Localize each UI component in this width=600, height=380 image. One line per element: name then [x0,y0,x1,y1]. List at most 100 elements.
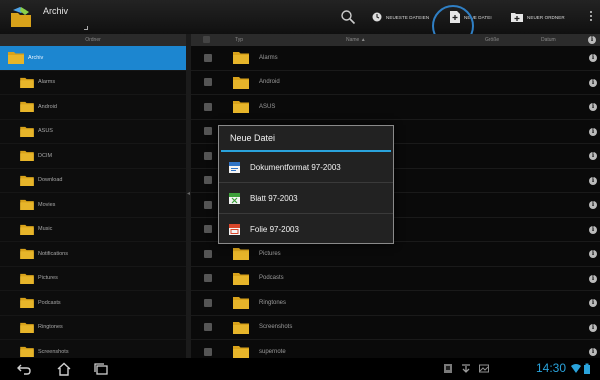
recent-files-label: NEUESTE DATEIEN [386,14,430,20]
row-checkbox[interactable] [204,323,212,332]
info-icon[interactable]: i [589,225,597,234]
row-checkbox[interactable] [204,78,212,87]
folder-tree-item-label: Screenshots [38,348,69,355]
new-file-dialog: Neue Datei Dokumentformat 97-2003 Blatt … [218,125,394,244]
folder-icon [20,298,34,309]
dialog-title: Neue Datei [230,133,276,143]
row-checkbox[interactable] [204,347,212,356]
overflow-menu-icon[interactable] [588,9,594,25]
action-bar: Archiv NEUESTE DATEIEN NEUE DATEI NEUER … [0,0,600,34]
folder-icon [20,322,34,333]
info-icon[interactable]: i [589,201,597,209]
folder-tree-item[interactable]: Movies [0,193,186,218]
file-manager-app-icon[interactable] [8,4,34,30]
info-icon[interactable]: i [589,299,597,307]
folder-tree-item[interactable]: Archiv [0,46,186,71]
row-checkbox[interactable] [204,298,212,307]
file-list-row[interactable]: Alarms i [191,46,600,71]
dialog-option-sheet[interactable]: Blatt 97-2003 [219,183,393,214]
folder-tree-panel: Ordner Archiv Alarms Android ASUS DCIM D… [0,34,186,365]
folder-icon [20,200,34,211]
row-checkbox[interactable] [204,274,212,283]
search-icon[interactable] [340,9,356,25]
battery-icon [584,363,590,374]
dialog-option-slide[interactable]: Folie 97-2003 [219,214,393,245]
info-icon[interactable]: i [589,54,597,62]
home-icon[interactable] [56,362,72,376]
folder-tree-item-label: Movies [38,201,56,208]
drag-handle-icon: ◂ [187,191,191,197]
gallery-notification-icon[interactable] [479,363,489,374]
row-checkbox[interactable] [204,249,212,258]
row-checkbox[interactable] [204,225,212,234]
folder-tree-item[interactable]: Alarms [0,71,186,95]
folder-icon [20,175,34,186]
folder-tree-item[interactable]: ASUS [0,120,186,144]
row-checkbox[interactable] [204,53,212,62]
row-checkbox[interactable] [204,127,212,136]
column-header-name[interactable]: Name ▲ [346,37,366,43]
folder-tree-item[interactable]: Android [0,95,186,120]
row-checkbox[interactable] [204,176,212,185]
row-checkbox[interactable] [204,102,212,111]
dialog-option-sheet-label: Blatt 97-2003 [250,193,298,203]
row-checkbox[interactable] [204,151,212,160]
recent-files-button[interactable]: NEUESTE DATEIEN [372,10,429,24]
column-header-type[interactable]: Typ [235,37,243,43]
folder-icon [20,224,34,235]
new-folder-button[interactable]: NEUER ORDNER [511,10,565,24]
recent-apps-icon[interactable] [93,362,109,376]
file-name: supernote [259,348,286,355]
folder-icon [8,52,24,65]
folder-icon [233,52,249,65]
folder-tree-item-label: Pictures [38,275,58,282]
column-header-size[interactable]: Größe [485,37,499,43]
folder-tree-item[interactable]: DCIM [0,144,186,169]
clock-icon [372,12,382,22]
powerpoint-slide-icon [229,224,240,235]
file-list-row[interactable]: Podcasts i [191,267,600,291]
new-file-label: NEUE DATEI [464,14,492,20]
folder-tree-item[interactable]: Music [0,218,186,242]
file-list-row[interactable]: Ringtones i [191,291,600,316]
folder-tree-item-label: Android [38,103,57,110]
info-icon[interactable]: i [589,152,597,160]
column-info-icon[interactable]: i [588,36,596,44]
status-clock[interactable]: 14:30 [536,361,566,375]
file-name: Android [259,79,280,86]
row-checkbox[interactable] [204,200,212,209]
folder-tree-item-label: ASUS [38,128,53,135]
folder-tree-item[interactable]: Podcasts [0,291,186,316]
folder-tree-item[interactable]: Notifications [0,242,186,267]
info-icon[interactable]: i [589,127,597,136]
info-icon[interactable]: i [589,348,597,356]
file-list-row[interactable]: Screenshots i [191,316,600,340]
column-header-date[interactable]: Datum [541,37,556,43]
app-title[interactable]: Archiv [43,6,68,16]
folder-icon [20,77,34,88]
info-icon[interactable]: i [589,250,597,258]
folder-icon [233,297,249,310]
folder-tree-item[interactable]: Ringtones [0,316,186,340]
back-icon[interactable] [16,362,32,376]
folder-tree-item-label: Music [38,226,53,233]
folder-tree-header: Ordner [0,34,186,46]
file-list-row[interactable]: ASUS i [191,95,600,120]
info-icon[interactable]: i [589,176,597,185]
system-bar: 14:30 [0,358,600,380]
file-list-header: Typ Name ▲ Größe Datum i [191,34,600,46]
dialog-option-doc[interactable]: Dokumentformat 97-2003 [219,152,393,183]
new-file-button[interactable]: NEUE DATEI [450,10,492,24]
screenshot-icon[interactable] [443,363,453,374]
select-all-checkbox[interactable] [203,36,210,43]
file-list-row[interactable]: Pictures i [191,242,600,267]
folder-icon [233,346,249,359]
info-icon[interactable]: i [589,274,597,283]
folder-tree-item[interactable]: Pictures [0,267,186,291]
download-notification-icon[interactable] [461,363,471,374]
info-icon[interactable]: i [589,103,597,111]
info-icon[interactable]: i [589,78,597,87]
file-list-row[interactable]: Android i [191,71,600,95]
info-icon[interactable]: i [589,323,597,332]
folder-tree-item[interactable]: Download [0,169,186,193]
